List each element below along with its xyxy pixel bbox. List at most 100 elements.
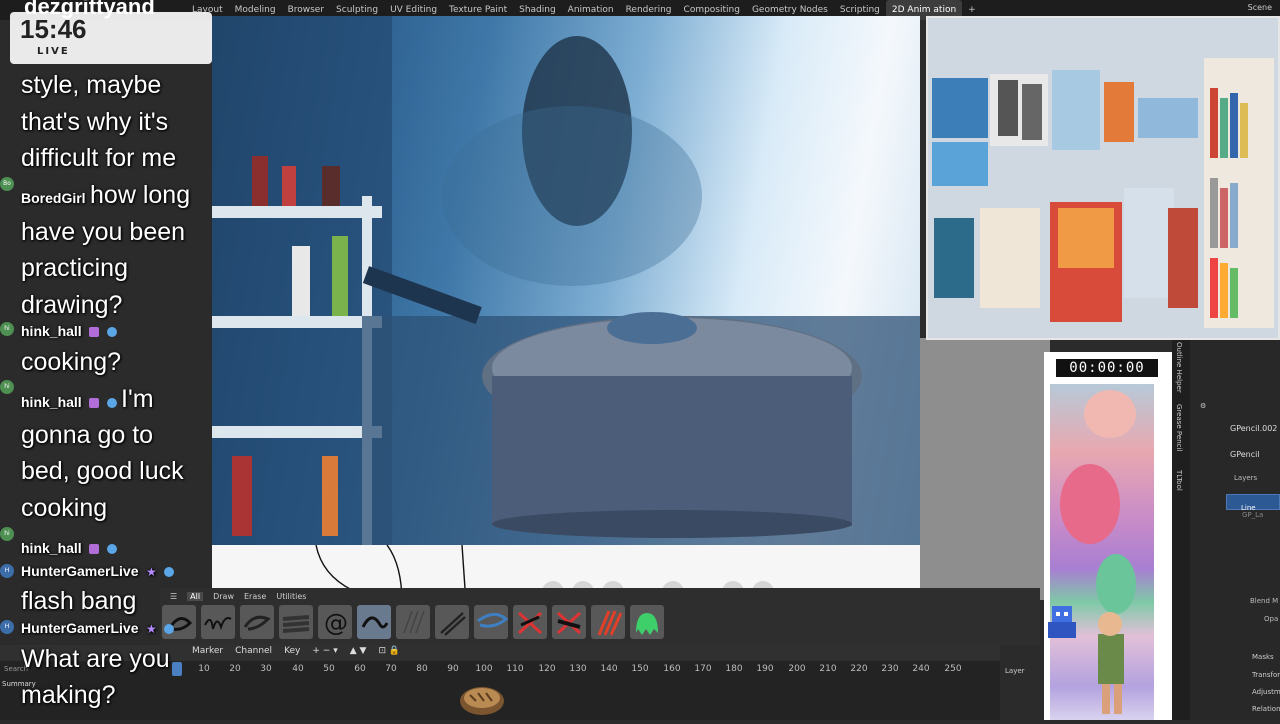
brush-tab-erase[interactable]: Erase bbox=[244, 592, 266, 601]
frame-tick: 210 bbox=[819, 664, 837, 674]
tab-outline-helper[interactable]: Outline Helper bbox=[1175, 342, 1183, 393]
blue-robot-sprite bbox=[1044, 600, 1080, 644]
clock-time: 15:46 bbox=[20, 14, 87, 44]
object-name[interactable]: GPencil.002 bbox=[1230, 424, 1277, 433]
user-avatar-icon: hi bbox=[0, 380, 14, 394]
subscriber-badge-icon bbox=[89, 326, 100, 337]
panel-adjustment[interactable]: Adjustment bbox=[1252, 688, 1280, 696]
brush-pen[interactable] bbox=[201, 605, 235, 639]
chat-line: flash bang bbox=[21, 587, 137, 615]
gear-icon[interactable]: ⚙ bbox=[1200, 402, 1206, 410]
frame-tick: 70 bbox=[385, 664, 397, 674]
frame-tick: 100 bbox=[475, 664, 493, 674]
panel-transform[interactable]: Transform bbox=[1252, 671, 1280, 679]
properties-panel: ⚙ GPencil.002 GPencil Layers GP_La Blend… bbox=[1190, 338, 1280, 720]
lock-icon[interactable]: ⊡ 🔒 bbox=[378, 646, 400, 656]
brush-tint[interactable] bbox=[591, 605, 625, 639]
frame-tick: 80 bbox=[416, 664, 428, 674]
brush-pencil[interactable] bbox=[396, 605, 430, 639]
brush-tab-all[interactable]: All bbox=[187, 591, 204, 601]
chat-line: difficult for me bbox=[21, 144, 177, 172]
brush-tab-draw[interactable]: Draw bbox=[213, 592, 234, 601]
user-avatar-icon: hi bbox=[0, 322, 14, 336]
webcam-wall-feed bbox=[926, 16, 1280, 340]
layers-label: Layers bbox=[1234, 474, 1258, 482]
chat-line: that's why it's bbox=[21, 108, 169, 136]
panel-masks[interactable]: Masks bbox=[1252, 653, 1274, 661]
brush-eraser[interactable] bbox=[513, 605, 547, 639]
frame-tick: 10 bbox=[198, 664, 210, 674]
sidebar-tabs: Outline Helper Grease Pencil TLTool bbox=[1172, 338, 1190, 720]
chat-username[interactable]: hink_hall bbox=[21, 394, 82, 410]
chat-line: making? bbox=[21, 681, 116, 709]
chat-message: HunterGamerLive ★ bbox=[21, 620, 175, 638]
chat-username[interactable]: HunterGamerLive bbox=[21, 563, 138, 579]
chat-line: gonna go to bbox=[21, 421, 154, 449]
chat-message: hink_hall bbox=[21, 540, 117, 558]
chat-message: hink_hall bbox=[21, 323, 117, 341]
chat-line: cooking? bbox=[21, 348, 122, 376]
chat-username[interactable]: hink_hall bbox=[21, 540, 82, 556]
webcam-kitchen-feed bbox=[212, 16, 920, 545]
verified-badge-icon bbox=[106, 543, 117, 554]
chat-line: style, maybe bbox=[21, 71, 162, 99]
chat-text: how long bbox=[90, 181, 191, 209]
layer-item-active[interactable]: Line bbox=[1226, 494, 1280, 512]
frame-ruler: 10 20 30 40 50 60 70 80 90 100 110 120 1… bbox=[190, 662, 990, 676]
menu-marker[interactable]: Marker bbox=[192, 646, 223, 656]
frame-tick: 110 bbox=[506, 664, 524, 674]
frame-tick: 40 bbox=[292, 664, 304, 674]
panel-relations[interactable]: Relations bbox=[1252, 705, 1280, 713]
layer-name: Line bbox=[1241, 504, 1256, 512]
brush-fill-bucket[interactable] bbox=[630, 605, 664, 639]
illustration-figures bbox=[1060, 390, 1136, 714]
blend-mode-label: Blend M bbox=[1250, 597, 1279, 605]
hamburger-menu-icon[interactable]: ☰ bbox=[170, 592, 177, 601]
chat-message: hink_hall I'm bbox=[21, 385, 154, 414]
star-badge-icon: ★ bbox=[145, 622, 157, 636]
live-badge: LIVE bbox=[37, 46, 70, 57]
tab-tltool[interactable]: TLTool bbox=[1175, 470, 1183, 491]
chat-message: BoredGirl how long bbox=[21, 181, 190, 210]
frame-tick: 150 bbox=[631, 664, 649, 674]
chat-username[interactable]: BoredGirl bbox=[21, 190, 86, 206]
user-avatar-icon: Bo bbox=[0, 177, 14, 191]
frame-tick: 20 bbox=[229, 664, 241, 674]
frame-tick: 60 bbox=[354, 664, 366, 674]
user-avatar-icon: H bbox=[0, 620, 14, 634]
brush-fill[interactable] bbox=[279, 605, 313, 639]
menu-key[interactable]: Key bbox=[284, 646, 300, 656]
gpencil-data-name[interactable]: GPencil bbox=[1230, 450, 1260, 459]
chat-username[interactable]: HunterGamerLive bbox=[21, 620, 138, 636]
brush-at-stroke[interactable]: @ bbox=[318, 605, 352, 639]
brush-active[interactable] bbox=[357, 605, 391, 639]
frame-tick: 180 bbox=[725, 664, 743, 674]
frame-tick: 130 bbox=[569, 664, 587, 674]
brush-marker[interactable] bbox=[240, 605, 274, 639]
chat-line: have you been bbox=[21, 218, 186, 246]
playhead-marker[interactable] bbox=[172, 662, 182, 676]
frame-tick: 50 bbox=[323, 664, 335, 674]
brush-airbrush[interactable] bbox=[474, 605, 509, 639]
menu-channel[interactable]: Channel bbox=[235, 646, 272, 656]
timeline-menu: Marker Channel Key + − ▾ ▲ ▼ ⊡ 🔒 bbox=[192, 646, 400, 656]
frame-tick: 170 bbox=[694, 664, 712, 674]
frame-tick: 160 bbox=[663, 664, 681, 674]
chat-username[interactable]: hink_hall bbox=[21, 323, 82, 339]
layer-header: Layer bbox=[1005, 667, 1025, 675]
frame-tick: 250 bbox=[944, 664, 962, 674]
subscriber-badge-icon bbox=[89, 397, 100, 408]
scene-label[interactable]: Scene bbox=[1248, 3, 1272, 12]
add-key-icon[interactable]: + − ▾ bbox=[312, 646, 337, 656]
brush-eraser-hard[interactable] bbox=[552, 605, 586, 639]
tab-grease-pencil[interactable]: Grease Pencil bbox=[1175, 404, 1183, 451]
brush-tab-utilities[interactable]: Utilities bbox=[276, 592, 306, 601]
opacity-label: Opa bbox=[1264, 615, 1279, 623]
brush-charcoal[interactable] bbox=[435, 605, 469, 639]
verified-badge-icon bbox=[164, 566, 175, 577]
layer-item[interactable]: GP_La bbox=[1242, 511, 1263, 519]
interpolation-icons[interactable]: ▲ ▼ bbox=[350, 646, 367, 656]
user-avatar-icon: H bbox=[0, 564, 14, 578]
user-avatar-icon: hi bbox=[0, 527, 14, 541]
verified-badge-icon bbox=[106, 397, 117, 408]
